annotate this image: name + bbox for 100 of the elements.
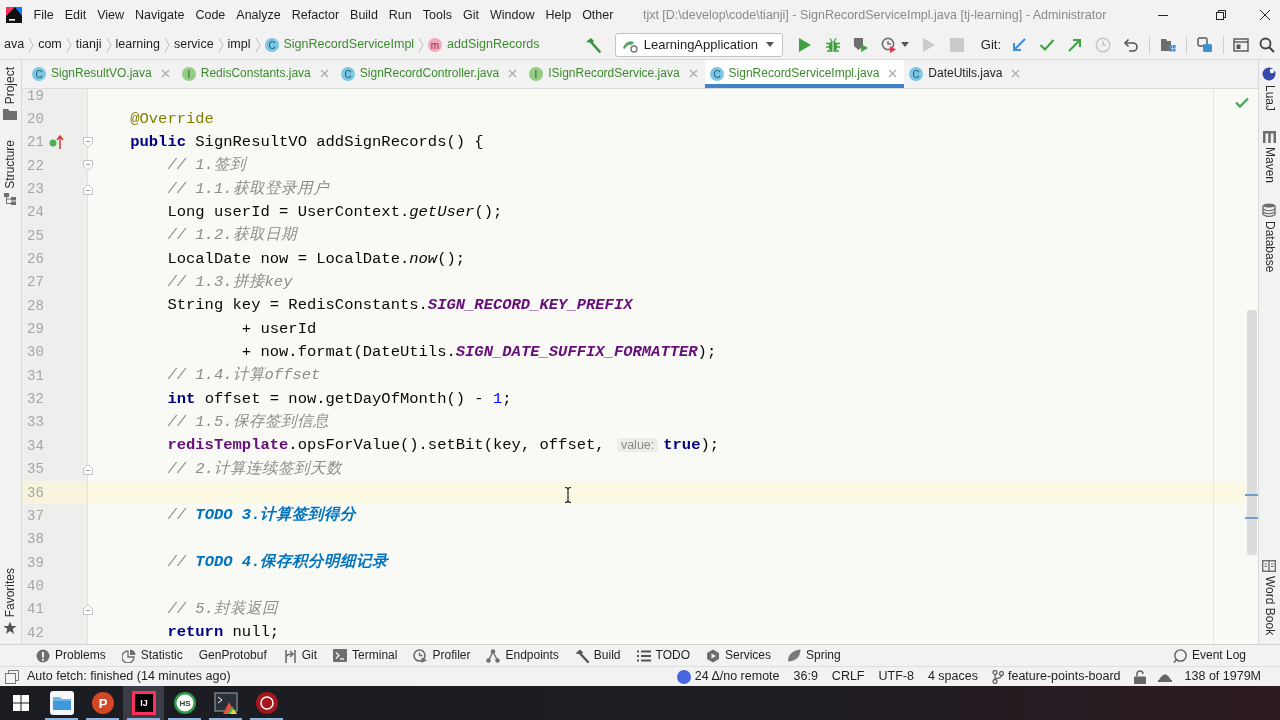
code-line: // 1.5.保存签到信息: [166, 413, 329, 432]
editor-tab[interactable]: I ISignRecordService.java: [524, 60, 705, 88]
tool-window-button[interactable]: Problems: [28, 645, 114, 666]
tool-window-button[interactable]: Favorites: [3, 564, 18, 638]
taskbar-button[interactable]: IJ: [123, 686, 164, 720]
terminal-app-icon: [213, 691, 238, 715]
menu-item[interactable]: Analyze: [230, 5, 287, 25]
fold-marker-icon[interactable]: [83, 463, 93, 475]
tool-window-button[interactable]: Profiler: [405, 645, 479, 666]
structure-icon: [4, 193, 17, 206]
scroll-marker-icon[interactable]: [1245, 494, 1258, 496]
menu-item[interactable]: Run: [383, 5, 418, 25]
menu-item[interactable]: Git: [457, 5, 485, 25]
tool-window-button[interactable]: Terminal: [325, 645, 406, 666]
editor-tab[interactable]: I RedisConstants.java: [176, 60, 336, 88]
close-icon[interactable]: [508, 69, 518, 78]
menu-item[interactable]: Window: [484, 5, 540, 25]
status-item[interactable]: feature-points-board: [986, 667, 1126, 686]
class-icon: C: [32, 66, 46, 81]
gutter-arrow-icon[interactable]: [48, 134, 65, 151]
line-number: 37: [27, 508, 44, 523]
editor-tab[interactable]: C DateUtils.java: [904, 60, 1028, 88]
tool-window-button[interactable]: Database: [1262, 200, 1277, 276]
scroll-marker-icon[interactable]: [1245, 517, 1258, 519]
menu-item[interactable]: Code: [189, 5, 231, 25]
stop-icon: [949, 37, 964, 52]
tool-window-button[interactable]: Statistic: [113, 645, 191, 666]
breadcrumb-item[interactable]: m addSignRecords: [424, 32, 544, 57]
status-item[interactable]: 4 spaces: [922, 667, 983, 686]
fold-marker-icon[interactable]: [83, 183, 93, 195]
folder-app-icon: [49, 691, 74, 715]
tool-window-button[interactable]: Endpoints: [478, 645, 567, 666]
breadcrumb-item[interactable]: impl: [223, 32, 255, 57]
close-icon[interactable]: [688, 69, 698, 78]
tool-window-button[interactable]: Project: [3, 64, 18, 124]
tool-window-button[interactable]: LuaJ: [1262, 64, 1277, 115]
panel-toggle-icon[interactable]: [5, 669, 19, 684]
close-icon[interactable]: [160, 69, 170, 78]
arrow-icon: [1067, 36, 1083, 53]
breadcrumb-item[interactable]: learning: [111, 32, 164, 57]
lock-icon[interactable]: [1133, 669, 1146, 684]
branch-icon: [991, 669, 1004, 684]
line-number: 38: [27, 532, 44, 547]
close-icon[interactable]: [319, 69, 329, 78]
status-item[interactable]: UTF-8: [873, 667, 919, 686]
close-icon[interactable]: [1011, 69, 1021, 78]
hammer-icon: [584, 36, 601, 53]
class-icon: C: [340, 66, 355, 81]
breadcrumb-item[interactable]: ava: [0, 32, 29, 57]
tool-window-button[interactable]: Maven: [1262, 128, 1277, 187]
line-number: 24: [27, 205, 44, 220]
status-item[interactable]: 36:9: [788, 667, 823, 686]
menu-item[interactable]: Help: [539, 5, 577, 25]
run-configuration-dropdown[interactable]: LearningApplication: [614, 32, 783, 57]
status-item[interactable]: 138 of 1979M: [1179, 667, 1266, 686]
breadcrumb-item[interactable]: C SignRecordServiceImpl: [260, 32, 419, 57]
tool-window-button[interactable]: Git: [274, 645, 326, 666]
tool-window-button[interactable]: Build: [566, 645, 629, 666]
status-item[interactable]: 24 Δ/no remote: [671, 667, 785, 686]
status-item[interactable]: CRLF: [826, 667, 870, 686]
close-icon[interactable]: [888, 69, 898, 78]
menu-item[interactable]: File: [28, 5, 60, 25]
tool-window-button[interactable]: Event Log: [1164, 645, 1254, 666]
line-number: 21: [27, 135, 44, 150]
tool-window-button[interactable]: Structure: [3, 137, 18, 209]
chevron-icon: [164, 36, 170, 53]
menu-item[interactable]: Build: [344, 5, 384, 25]
menu-item[interactable]: View: [91, 5, 130, 25]
hammer-icon: [574, 648, 589, 663]
presentation-app-icon: P: [90, 691, 115, 715]
fold-marker-icon[interactable]: [83, 136, 93, 148]
breadcrumb-item[interactable]: service: [170, 32, 218, 57]
breadcrumb-item[interactable]: com: [34, 32, 66, 57]
class-icon: C: [264, 37, 279, 52]
fold-marker-icon[interactable]: [83, 603, 93, 615]
editor-tab[interactable]: C SignResultVO.java: [27, 60, 177, 88]
editor-tab[interactable]: C SignRecordServiceImpl.java: [704, 60, 905, 88]
tool-window-button[interactable]: Services: [698, 645, 779, 666]
taskbar-button[interactable]: HS: [164, 686, 205, 720]
orb-icon: [1262, 67, 1277, 81]
taskbar-button[interactable]: P: [82, 686, 123, 720]
menu-item[interactable]: Refactor: [286, 5, 345, 25]
tool-window-button[interactable]: TODO: [628, 645, 698, 666]
search-icon: [1259, 36, 1275, 53]
code-line: Long userId = UserContext.getUser();: [166, 202, 503, 222]
menu-item[interactable]: Other: [576, 5, 619, 25]
menu-item[interactable]: Navigate: [129, 5, 190, 25]
git-label: Git:: [979, 36, 1002, 53]
start-logo-icon: [12, 695, 29, 711]
scrollbar-thumb[interactable]: [1247, 310, 1257, 555]
breadcrumb-item[interactable]: tianji: [71, 32, 106, 57]
line-number: 26: [27, 252, 44, 267]
fold-marker-icon[interactable]: [83, 160, 93, 172]
check-icon[interactable]: [1235, 97, 1249, 108]
menu-item[interactable]: Tools: [417, 5, 458, 25]
editor-tab[interactable]: C SignRecordController.java: [335, 60, 525, 88]
tool-window-button[interactable]: Word Book: [1262, 556, 1277, 638]
tool-window-button[interactable]: GenProtobuf: [190, 645, 275, 666]
tool-window-button[interactable]: Spring: [779, 645, 849, 666]
menu-item[interactable]: Edit: [59, 5, 92, 25]
